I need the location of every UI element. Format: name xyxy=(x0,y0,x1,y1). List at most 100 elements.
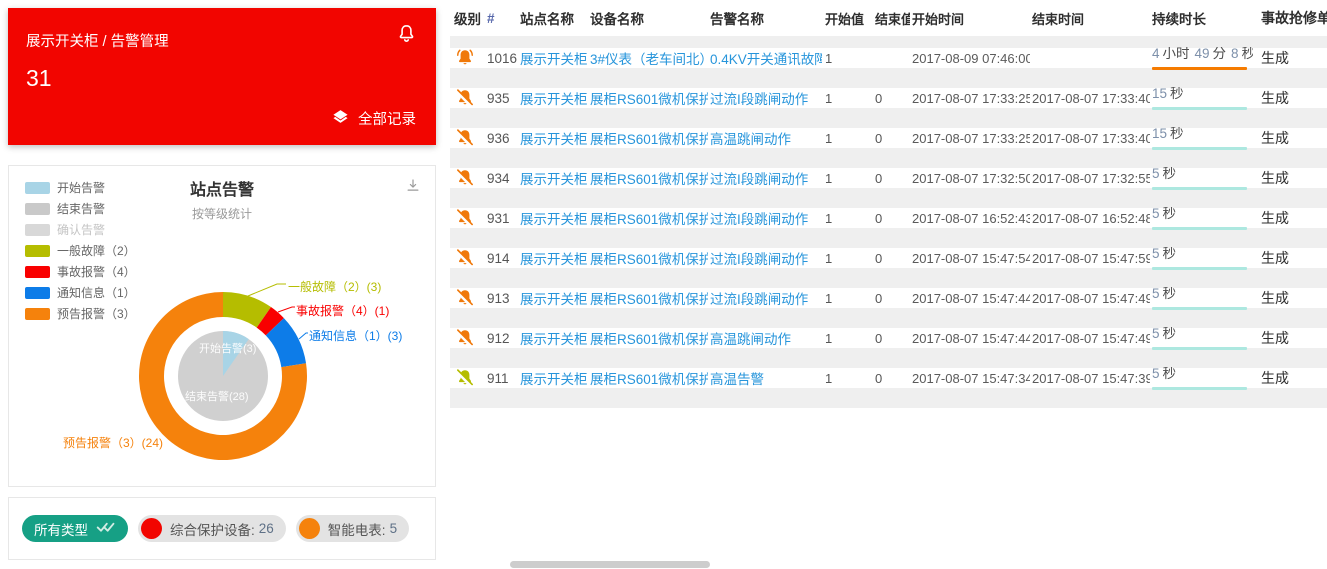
alarm-name-link[interactable]: 过流I段跳闸动作 xyxy=(708,288,822,308)
table-row[interactable]: 936 展示开关柜 展柜RS601微机保护 高温跳闸动作 1 0 2017-08… xyxy=(450,128,1327,168)
table-row[interactable]: 931 展示开关柜 展柜RS601微机保护 过流I段跳闸动作 1 0 2017-… xyxy=(450,208,1327,248)
chip-protection-devices[interactable]: 综合保护设备: 26 xyxy=(138,515,286,542)
generate-work-order-button[interactable]: 生成 xyxy=(1253,288,1327,308)
start-time: 2017-08-07 15:47:44 xyxy=(910,291,1030,306)
device-name-link[interactable]: 展柜RS601微机保护 xyxy=(588,88,708,108)
device-name-link[interactable]: 展柜RS601微机保护 xyxy=(588,208,708,228)
generate-work-order-button[interactable]: 生成 xyxy=(1253,168,1327,188)
legend-item-end-alarm[interactable]: 结束告警 xyxy=(25,200,136,217)
legend-item-general-fault[interactable]: 一般故障（2） xyxy=(25,242,136,259)
table-row[interactable]: 935 展示开关柜 展柜RS601微机保护 过流I段跳闸动作 1 0 2017-… xyxy=(450,88,1327,128)
donut-chart[interactable] xyxy=(113,266,333,486)
alarm-level-bell-icon xyxy=(450,47,482,69)
end-time: 2017-08-07 16:52:48 xyxy=(1030,211,1150,226)
station-name-link[interactable]: 展示开关柜 xyxy=(518,88,588,108)
alarm-name-link[interactable]: 高温告警 xyxy=(708,368,822,388)
device-name-link[interactable]: 展柜RS601微机保护 xyxy=(588,328,708,348)
double-check-icon xyxy=(96,520,116,537)
start-time: 2017-08-07 15:47:34 xyxy=(910,371,1030,386)
station-name-link[interactable]: 展示开关柜 xyxy=(518,48,588,68)
start-time: 2017-08-07 16:52:43 xyxy=(910,211,1030,226)
end-value: 0 xyxy=(872,211,910,226)
col-device: 设备名称 xyxy=(588,8,708,28)
table-row[interactable]: 1016 展示开关柜 3#仪表（老车间北） 0.4KV开关通讯故障 1 2017… xyxy=(450,48,1327,88)
alarm-id: 914 xyxy=(482,251,518,266)
start-value: 1 xyxy=(822,51,872,66)
table-row[interactable]: 914 展示开关柜 展柜RS601微机保护 过流I段跳闸动作 1 0 2017-… xyxy=(450,248,1327,288)
download-icon[interactable] xyxy=(404,177,422,200)
start-time: 2017-08-07 17:33:25 xyxy=(910,91,1030,106)
generate-work-order-button[interactable]: 生成 xyxy=(1253,368,1327,388)
end-value: 0 xyxy=(872,171,910,186)
alarm-name-link[interactable]: 过流I段跳闸动作 xyxy=(708,88,822,108)
station-name-link[interactable]: 展示开关柜 xyxy=(518,328,588,348)
end-value: 0 xyxy=(872,371,910,386)
table-header: 级别 # 站点名称 设备名称 告警名称 开始值 结束值 开始时间 结束时间 持续… xyxy=(450,0,1327,48)
generate-work-order-button[interactable]: 生成 xyxy=(1253,48,1327,68)
alarm-name-link[interactable]: 0.4KV开关通讯故障 xyxy=(708,48,822,68)
table-row[interactable]: 912 展示开关柜 展柜RS601微机保护 高温跳闸动作 1 0 2017-08… xyxy=(450,328,1327,368)
legend-item-begin-alarm[interactable]: 开始告警 xyxy=(25,179,136,196)
station-name-link[interactable]: 展示开关柜 xyxy=(518,128,588,148)
horizontal-scrollbar[interactable] xyxy=(510,561,710,568)
col-start-time: 开始时间 xyxy=(910,9,1030,28)
generate-work-order-button[interactable]: 生成 xyxy=(1253,88,1327,108)
device-name-link[interactable]: 展柜RS601微机保护 xyxy=(588,248,708,268)
start-time: 2017-08-07 17:33:25 xyxy=(910,131,1030,146)
end-value: 0 xyxy=(872,291,910,306)
alarm-name-link[interactable]: 高温跳闸动作 xyxy=(708,328,822,348)
alarm-id: 931 xyxy=(482,211,518,226)
device-name-link[interactable]: 3#仪表（老车间北） xyxy=(588,48,708,68)
alarm-id: 934 xyxy=(482,171,518,186)
legend-swatch xyxy=(25,224,50,236)
device-name-link[interactable]: 展柜RS601微机保护 xyxy=(588,368,708,388)
station-name-link[interactable]: 展示开关柜 xyxy=(518,368,588,388)
donut-callout-accident-alarm: 事故报警（4）(1) xyxy=(296,302,389,319)
start-value: 1 xyxy=(822,211,872,226)
all-records-button[interactable]: 全部记录 xyxy=(332,108,416,129)
end-time: 2017-08-07 15:47:39 xyxy=(1030,371,1150,386)
col-level: 级别 xyxy=(450,8,482,28)
start-time: 2017-08-09 07:46:00 xyxy=(910,51,1030,66)
legend-swatch xyxy=(25,203,50,215)
station-name-link[interactable]: 展示开关柜 xyxy=(518,248,588,268)
alarm-id: 935 xyxy=(482,91,518,106)
red-dot-icon xyxy=(141,518,162,539)
alarm-name-link[interactable]: 过流I段跳闸动作 xyxy=(708,248,822,268)
alarm-table: 级别 # 站点名称 设备名称 告警名称 开始值 结束值 开始时间 结束时间 持续… xyxy=(450,0,1327,569)
alarm-name-link[interactable]: 高温跳闸动作 xyxy=(708,128,822,148)
col-work-order: 事故抢修单 xyxy=(1253,8,1327,28)
generate-work-order-button[interactable]: 生成 xyxy=(1253,208,1327,228)
alarm-id: 912 xyxy=(482,331,518,346)
legend-swatch xyxy=(25,245,50,257)
chip-all-types[interactable]: 所有类型 xyxy=(22,515,128,542)
alarm-name-link[interactable]: 过流I段跳闸动作 xyxy=(708,168,822,188)
alarm-level-bell-icon xyxy=(450,327,482,349)
chip-smart-meters[interactable]: 智能电表: 5 xyxy=(296,515,409,542)
legend-item-ack-alarm[interactable]: 确认告警 xyxy=(25,221,136,238)
alarm-level-bell-icon xyxy=(450,367,482,389)
device-name-link[interactable]: 展柜RS601微机保护 xyxy=(588,168,708,188)
table-row[interactable]: 934 展示开关柜 展柜RS601微机保护 过流I段跳闸动作 1 0 2017-… xyxy=(450,168,1327,208)
end-value: 0 xyxy=(872,251,910,266)
generate-work-order-button[interactable]: 生成 xyxy=(1253,328,1327,348)
station-name-link[interactable]: 展示开关柜 xyxy=(518,168,588,188)
device-name-link[interactable]: 展柜RS601微机保护 xyxy=(588,128,708,148)
legend-swatch xyxy=(25,287,50,299)
generate-work-order-button[interactable]: 生成 xyxy=(1253,248,1327,268)
duration-cell: 5秒 xyxy=(1150,327,1253,350)
table-row[interactable]: 911 展示开关柜 展柜RS601微机保护 高温告警 1 0 2017-08-0… xyxy=(450,368,1327,408)
col-alarm: 告警名称 xyxy=(708,8,822,28)
bell-icon[interactable] xyxy=(395,22,418,50)
station-name-link[interactable]: 展示开关柜 xyxy=(518,288,588,308)
alarm-name-link[interactable]: 过流I段跳闸动作 xyxy=(708,208,822,228)
station-name-link[interactable]: 展示开关柜 xyxy=(518,208,588,228)
alarm-level-bell-icon xyxy=(450,287,482,309)
col-end-time: 结束时间 xyxy=(1030,9,1150,28)
donut-callout-forecast-alarm: 预告报警（3）(24) xyxy=(63,434,163,451)
col-station: 站点名称 xyxy=(518,8,588,28)
device-name-link[interactable]: 展柜RS601微机保护 xyxy=(588,288,708,308)
duration-cell: 15秒 xyxy=(1150,87,1253,110)
table-row[interactable]: 913 展示开关柜 展柜RS601微机保护 过流I段跳闸动作 1 0 2017-… xyxy=(450,288,1327,328)
generate-work-order-button[interactable]: 生成 xyxy=(1253,128,1327,148)
